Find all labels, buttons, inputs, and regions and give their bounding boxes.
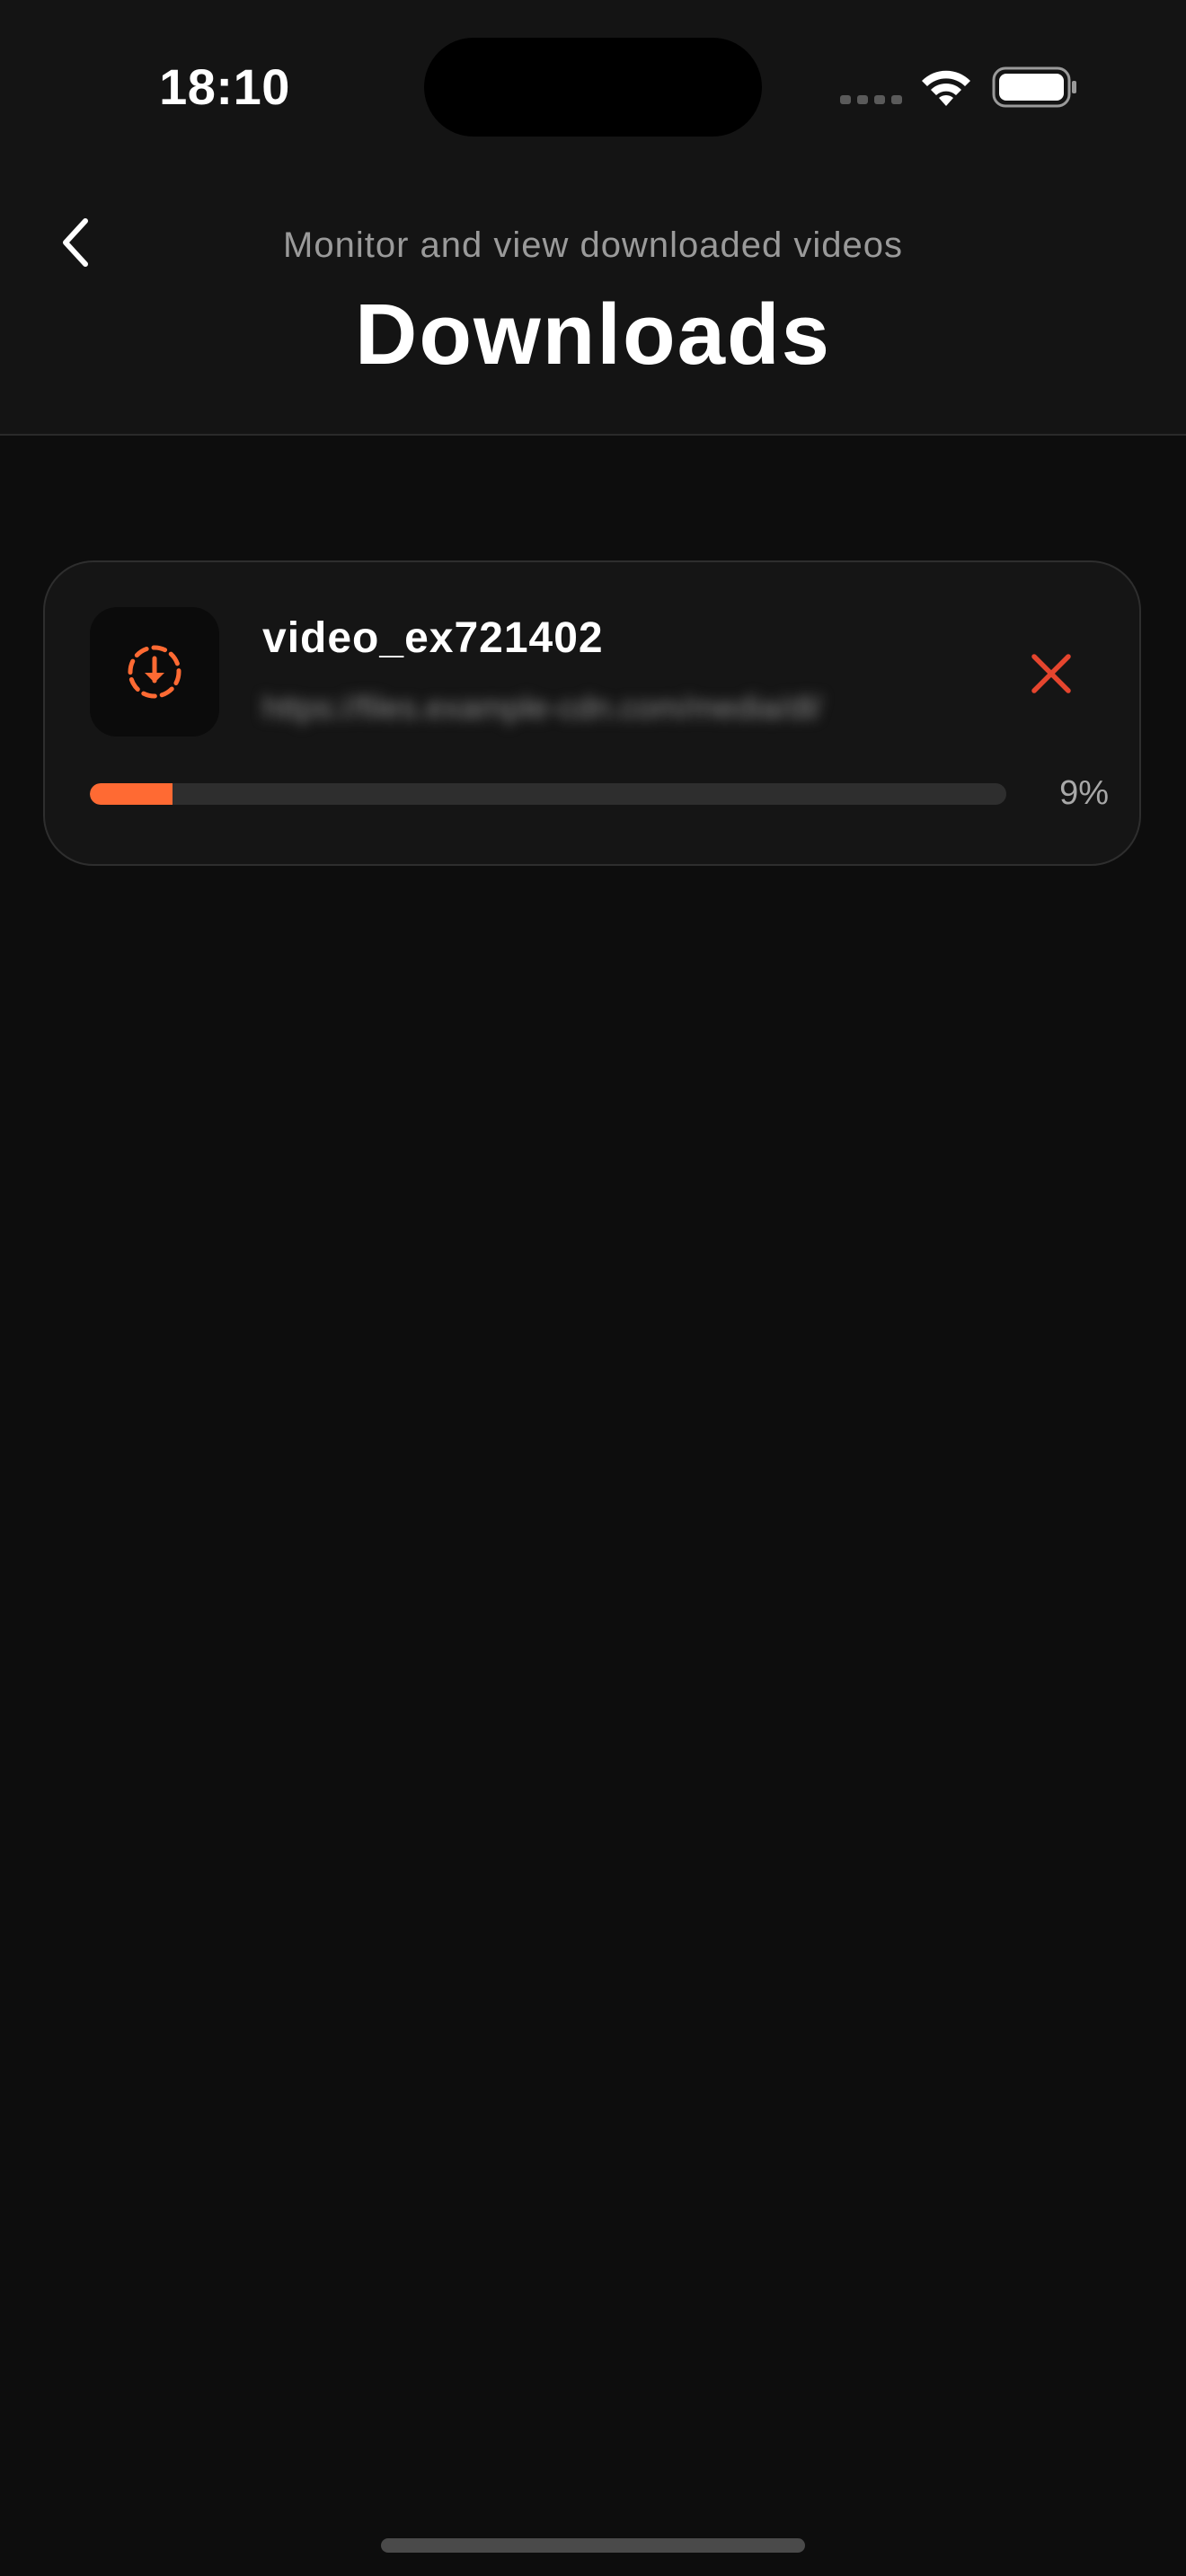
cellular-signal-icon — [840, 95, 902, 104]
home-indicator — [381, 2538, 805, 2553]
download-file-name: video_ex721402 — [262, 614, 604, 662]
download-status-tile — [90, 607, 219, 737]
cancel-download-button[interactable] — [997, 620, 1105, 728]
download-in-progress-icon — [128, 645, 181, 699]
wifi-icon — [922, 70, 970, 106]
download-progress-bar — [90, 783, 1006, 805]
page-subtitle: Monitor and view downloaded videos — [283, 225, 903, 265]
page-title: Downloads — [354, 287, 831, 383]
download-progress-percent: 9% — [1059, 774, 1109, 812]
dynamic-island — [424, 38, 762, 137]
close-icon — [1031, 654, 1071, 693]
download-source-url: https://files.example-cdn.com/media/dl/ — [262, 689, 822, 726]
download-item-card[interactable]: video_ex721402 https://files.example-cdn… — [43, 560, 1141, 866]
header-area: 18:10 Monitor and view downloaded videos… — [0, 0, 1186, 436]
battery-icon — [992, 66, 1076, 108]
download-progress-fill — [90, 783, 173, 805]
status-time: 18:10 — [159, 58, 290, 115]
